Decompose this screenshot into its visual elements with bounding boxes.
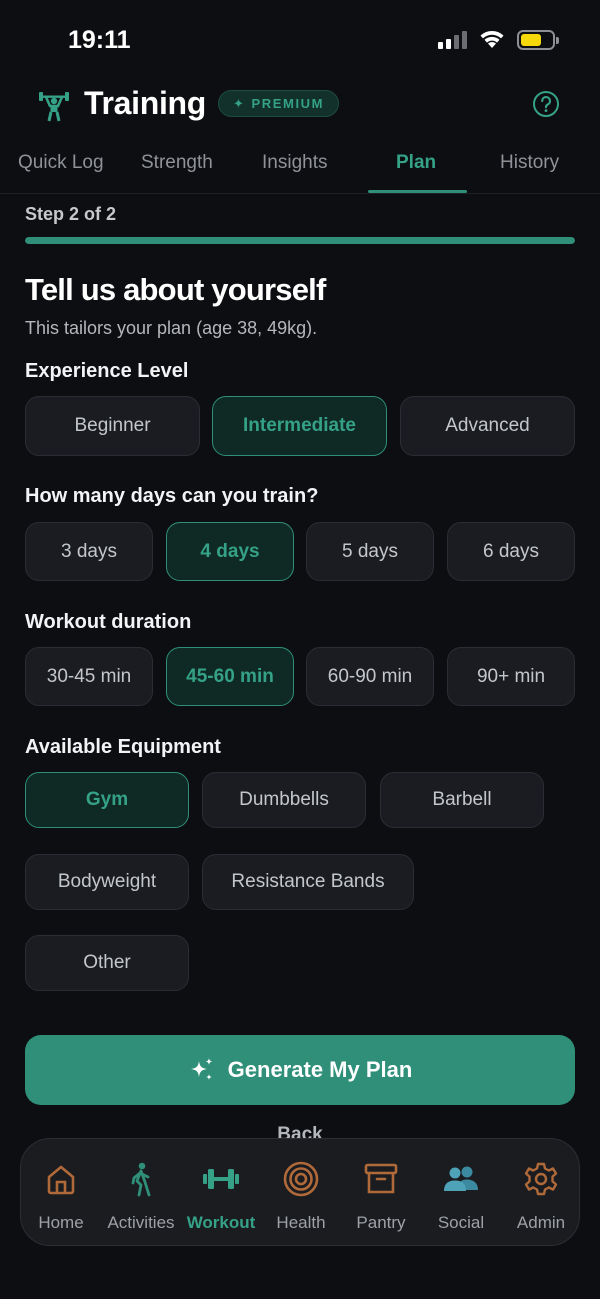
equipment-option-barbell[interactable]: Barbell <box>380 772 544 828</box>
help-icon[interactable] <box>532 90 560 118</box>
step-progress-fill <box>25 237 575 244</box>
experience-option-intermediate[interactable]: Intermediate <box>212 396 387 456</box>
step-progress-bar <box>25 237 575 244</box>
nav-workout-label: Workout <box>186 1213 256 1232</box>
nav-pantry-label: Pantry <box>356 1213 406 1232</box>
duration-option-45-60[interactable]: 45-60 min <box>166 647 294 706</box>
nav-social-label: Social <box>437 1213 485 1232</box>
experience-level-label: Experience Level <box>25 360 189 382</box>
premium-badge[interactable]: ✦ PREMIUM <box>218 90 340 117</box>
duration-option-60-90[interactable]: 60-90 min <box>306 647 434 706</box>
experience-option-beginner[interactable]: Beginner <box>25 396 200 456</box>
step-indicator: Step 2 of 2 <box>25 204 117 224</box>
nav-home-label: Home <box>38 1213 84 1232</box>
gear-icon <box>524 1162 558 1196</box>
tab-history[interactable]: History <box>500 152 559 174</box>
dumbbell-icon <box>203 1169 239 1189</box>
days-option-5[interactable]: 5 days <box>306 522 434 581</box>
cellular-signal-icon <box>438 31 467 49</box>
app-header: Training ✦ PREMIUM <box>0 80 600 130</box>
generate-plan-button[interactable]: Generate My Plan <box>25 1035 575 1105</box>
sparkles-icon <box>190 1058 213 1080</box>
tab-insights[interactable]: Insights <box>262 152 327 174</box>
premium-badge-label: PREMIUM <box>251 96 325 111</box>
nav-pantry[interactable]: Pantry <box>341 1159 421 1233</box>
home-icon <box>47 1165 75 1195</box>
tab-plan[interactable]: Plan <box>396 152 436 174</box>
status-time: 19:11 <box>68 26 131 54</box>
tab-bar: Quick Log Strength Insights Plan History <box>0 140 600 194</box>
sparkle-icon: ✦ <box>233 95 246 111</box>
duration-option-90-plus[interactable]: 90+ min <box>447 647 575 706</box>
training-days-label: How many days can you train? <box>25 485 319 507</box>
tab-quick-log[interactable]: Quick Log <box>18 152 104 174</box>
page-title-training: Training <box>84 85 207 121</box>
section-title: Tell us about yourself <box>25 272 326 307</box>
equipment-option-other[interactable]: Other <box>25 935 189 991</box>
days-option-3[interactable]: 3 days <box>25 522 153 581</box>
battery-icon <box>517 30 559 50</box>
bottom-navigation: Home Activities Workout Health Pantry So… <box>20 1138 580 1246</box>
nav-activities-label: Activities <box>107 1213 175 1232</box>
nav-admin-label: Admin <box>516 1213 566 1232</box>
equipment-option-gym[interactable]: Gym <box>25 772 189 828</box>
days-option-6[interactable]: 6 days <box>447 522 575 581</box>
generate-plan-label: Generate My Plan <box>227 1057 413 1082</box>
archive-box-icon <box>364 1163 398 1194</box>
nav-social[interactable]: Social <box>421 1159 501 1233</box>
nav-workout[interactable]: Workout <box>181 1159 261 1233</box>
equipment-option-resistance-bands[interactable]: Resistance Bands <box>202 854 414 910</box>
available-equipment-label: Available Equipment <box>25 736 221 758</box>
equipment-option-bodyweight[interactable]: Bodyweight <box>25 854 189 910</box>
weightlifter-icon <box>39 92 69 122</box>
experience-option-advanced[interactable]: Advanced <box>400 396 575 456</box>
equipment-option-dumbbells[interactable]: Dumbbells <box>202 772 366 828</box>
people-icon <box>444 1166 478 1191</box>
section-subtitle: This tailors your plan (age 38, 49kg). <box>25 318 318 338</box>
duration-option-30-45[interactable]: 30-45 min <box>25 647 153 706</box>
days-option-4[interactable]: 4 days <box>166 522 294 581</box>
tab-strength[interactable]: Strength <box>141 152 213 174</box>
wifi-icon <box>480 30 504 48</box>
status-bar: 19:11 <box>0 0 600 80</box>
nav-health[interactable]: Health <box>261 1159 341 1233</box>
target-icon <box>283 1161 319 1197</box>
walking-icon <box>131 1162 151 1197</box>
nav-health-label: Health <box>276 1213 326 1232</box>
workout-duration-label: Workout duration <box>25 611 192 633</box>
tab-active-indicator <box>368 190 467 193</box>
nav-home[interactable]: Home <box>21 1159 101 1233</box>
nav-admin[interactable]: Admin <box>501 1159 581 1233</box>
nav-activities[interactable]: Activities <box>101 1159 181 1233</box>
